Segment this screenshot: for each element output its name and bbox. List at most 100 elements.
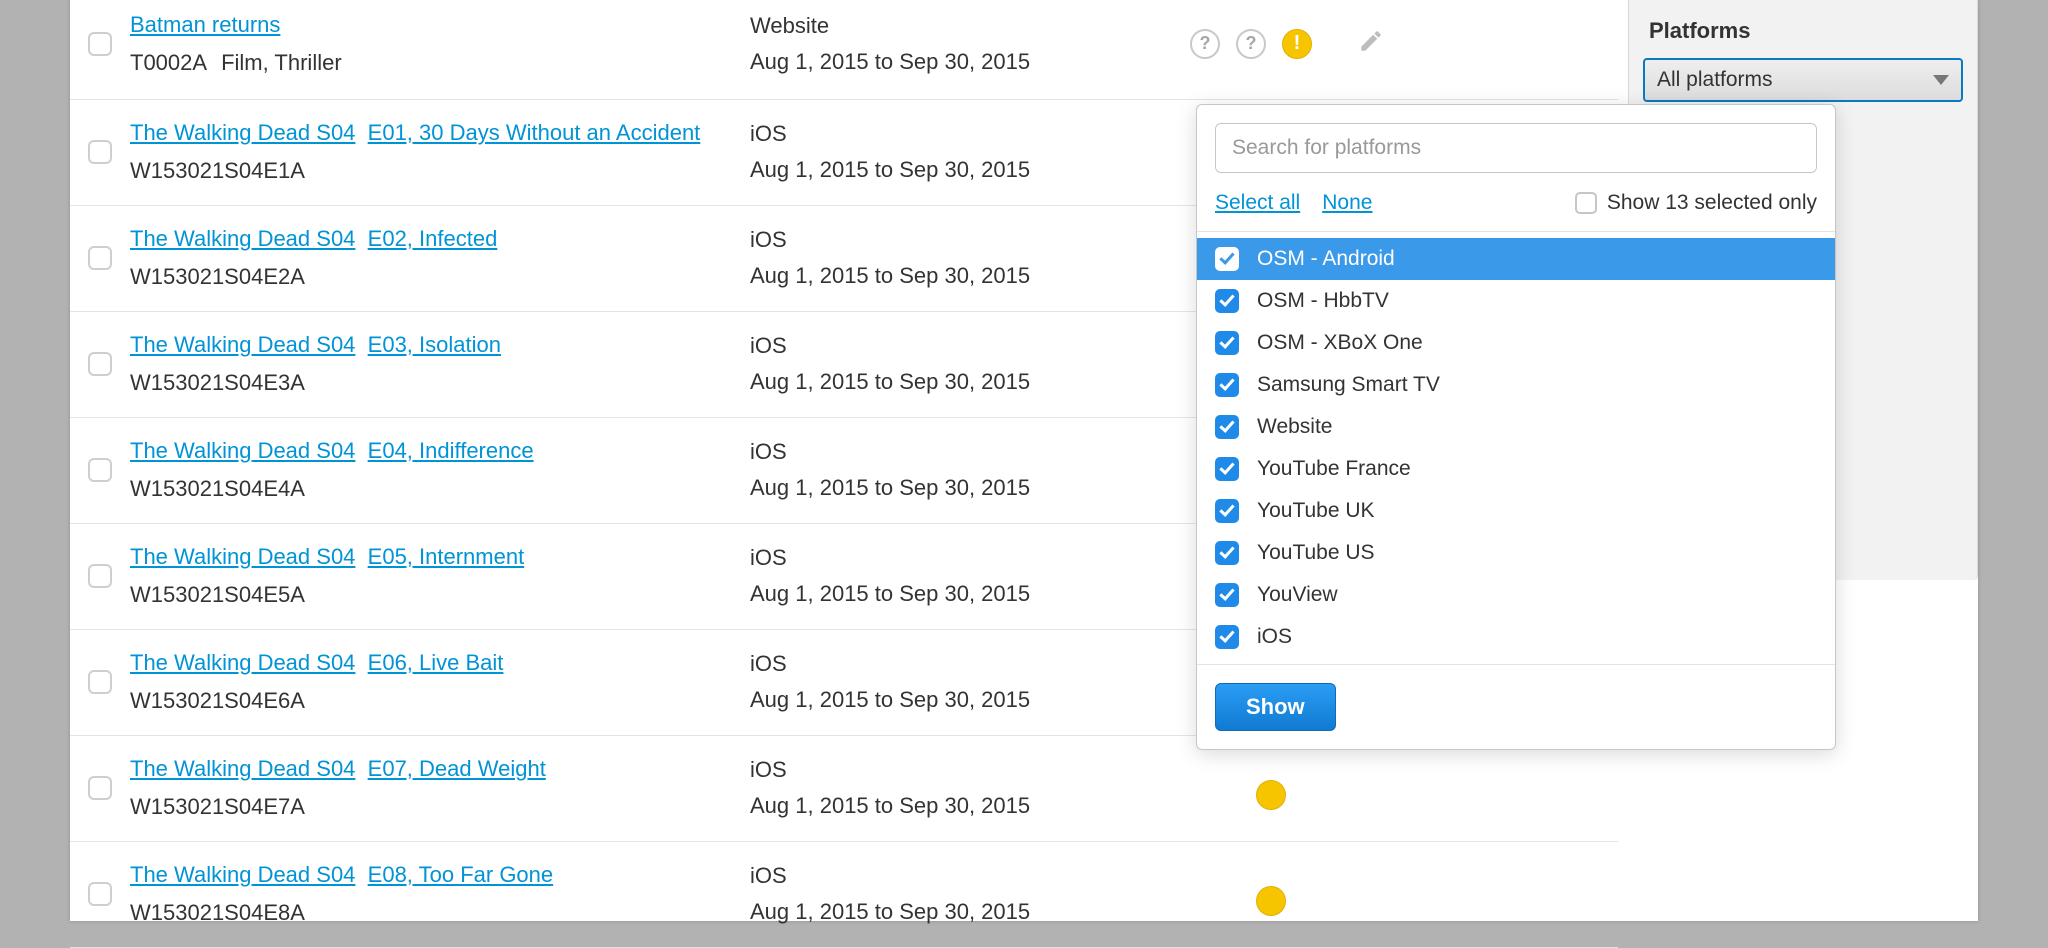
check-icon (1215, 541, 1239, 565)
check-icon (1215, 289, 1239, 313)
row-dates: Aug 1, 2015 to Sep 30, 2015 (750, 687, 1180, 713)
row-checkbox[interactable] (88, 352, 112, 376)
select-none-link[interactable]: None (1322, 191, 1372, 215)
platforms-header: Platforms (1629, 0, 1977, 58)
check-icon (1215, 583, 1239, 607)
platform-option-label: YouTube US (1257, 541, 1375, 565)
title-link[interactable]: Batman returns (130, 12, 280, 37)
episode-link[interactable]: E08, Too Far Gone (368, 862, 554, 887)
row-code: W153021S04E8A (130, 900, 730, 926)
episode-link[interactable]: E04, Indifference (368, 438, 534, 463)
platform-search-input[interactable] (1215, 123, 1817, 173)
edit-icon[interactable] (1358, 28, 1384, 59)
row-code: W153021S04E3A (130, 370, 730, 396)
check-icon (1215, 499, 1239, 523)
check-icon (1215, 331, 1239, 355)
platform-option[interactable]: Website (1197, 406, 1835, 448)
platform-option-label: iOS (1257, 625, 1292, 649)
row-checkbox[interactable] (88, 140, 112, 164)
row-platform: iOS (750, 439, 1180, 465)
help-icon[interactable]: ? (1190, 29, 1220, 59)
platform-option[interactable]: OSM - XBoX One (1197, 322, 1835, 364)
row-platform: iOS (750, 333, 1180, 359)
row-checkbox[interactable] (88, 32, 112, 56)
title-link[interactable]: The Walking Dead S04 (130, 332, 355, 357)
row-checkbox[interactable] (88, 246, 112, 270)
row-dates: Aug 1, 2015 to Sep 30, 2015 (750, 49, 1180, 75)
check-icon (1215, 415, 1239, 439)
row-code: W153021S04E6A (130, 688, 730, 714)
title-link[interactable]: The Walking Dead S04 (130, 544, 355, 569)
row-code: W153021S04E7A (130, 794, 730, 820)
platform-option[interactable]: YouTube France (1197, 448, 1835, 490)
row-platform: iOS (750, 545, 1180, 571)
platform-option[interactable]: OSM - Android (1197, 238, 1835, 280)
episode-link[interactable]: E02, Infected (368, 226, 498, 251)
title-link[interactable]: The Walking Dead S04 (130, 120, 355, 145)
platform-option[interactable]: OSM - HbbTV (1197, 280, 1835, 322)
help-icon[interactable]: ? (1236, 29, 1266, 59)
row-checkbox[interactable] (88, 564, 112, 588)
table-row: The Walking Dead S04 E08, Too Far Gone W1… (70, 842, 1618, 948)
platform-option[interactable]: Samsung Smart TV (1197, 364, 1835, 406)
table-row: The Walking Dead S04 E07, Dead Weight W15… (70, 736, 1618, 842)
row-code: W153021S04E2A (130, 264, 730, 290)
check-icon (1215, 247, 1239, 271)
show-selected-only-label: Show 13 selected only (1607, 191, 1817, 215)
row-code: T0002AFilm, Thriller (130, 50, 730, 76)
select-all-link[interactable]: Select all (1215, 191, 1300, 215)
check-icon (1215, 373, 1239, 397)
platforms-dropdown-label: All platforms (1657, 68, 1773, 92)
table-row: Batman returns T0002AFilm, Thriller Websit… (70, 0, 1618, 100)
row-checkbox[interactable] (88, 882, 112, 906)
warning-icon[interactable]: ! (1282, 29, 1312, 59)
episode-link[interactable]: E05, Internment (368, 544, 525, 569)
warning-icon (1256, 886, 1286, 916)
episode-link[interactable]: E07, Dead Weight (368, 756, 546, 781)
row-dates: Aug 1, 2015 to Sep 30, 2015 (750, 475, 1180, 501)
warning-icon (1256, 780, 1286, 810)
row-code: W153021S04E4A (130, 476, 730, 502)
chevron-down-icon (1933, 75, 1949, 85)
platform-option[interactable]: YouTube US (1197, 532, 1835, 574)
platform-option[interactable]: YouView (1197, 574, 1835, 616)
title-link[interactable]: The Walking Dead S04 (130, 226, 355, 251)
title-link[interactable]: The Walking Dead S04 (130, 756, 355, 781)
platform-option-label: YouTube UK (1257, 499, 1375, 523)
row-dates: Aug 1, 2015 to Sep 30, 2015 (750, 581, 1180, 607)
platform-option-label: YouTube France (1257, 457, 1411, 481)
check-icon (1215, 625, 1239, 649)
title-link[interactable]: The Walking Dead S04 (130, 438, 355, 463)
episode-link[interactable]: E06, Live Bait (368, 650, 504, 675)
row-platform: iOS (750, 757, 1180, 783)
episode-link[interactable]: E03, Isolation (368, 332, 501, 357)
platform-option-label: YouView (1257, 583, 1338, 607)
show-button[interactable]: Show (1215, 683, 1336, 731)
row-platform: Website (750, 13, 1180, 39)
platform-option-label: OSM - XBoX One (1257, 331, 1423, 355)
platform-option[interactable]: iOS (1197, 616, 1835, 658)
show-selected-only-checkbox[interactable] (1575, 192, 1597, 214)
platform-option-label: OSM - HbbTV (1257, 289, 1389, 313)
platforms-dropdown[interactable]: All platforms (1643, 58, 1963, 102)
check-icon (1215, 457, 1239, 481)
row-code: W153021S04E5A (130, 582, 730, 608)
row-dates: Aug 1, 2015 to Sep 30, 2015 (750, 793, 1180, 819)
platform-option[interactable]: YouTube UK (1197, 490, 1835, 532)
platform-option-label: Samsung Smart TV (1257, 373, 1440, 397)
row-checkbox[interactable] (88, 670, 112, 694)
row-platform: iOS (750, 227, 1180, 253)
row-code: W153021S04E1A (130, 158, 730, 184)
row-platform: iOS (750, 651, 1180, 677)
platforms-popup: Select all None Show 13 selected only OS… (1196, 104, 1836, 750)
title-link[interactable]: The Walking Dead S04 (130, 650, 355, 675)
row-platform: iOS (750, 121, 1180, 147)
row-platform: iOS (750, 863, 1180, 889)
episode-link[interactable]: E01, 30 Days Without an Accident (368, 120, 701, 145)
platform-option-label: OSM - Android (1257, 247, 1395, 271)
row-checkbox[interactable] (88, 776, 112, 800)
row-dates: Aug 1, 2015 to Sep 30, 2015 (750, 157, 1180, 183)
row-checkbox[interactable] (88, 458, 112, 482)
title-link[interactable]: The Walking Dead S04 (130, 862, 355, 887)
row-dates: Aug 1, 2015 to Sep 30, 2015 (750, 369, 1180, 395)
